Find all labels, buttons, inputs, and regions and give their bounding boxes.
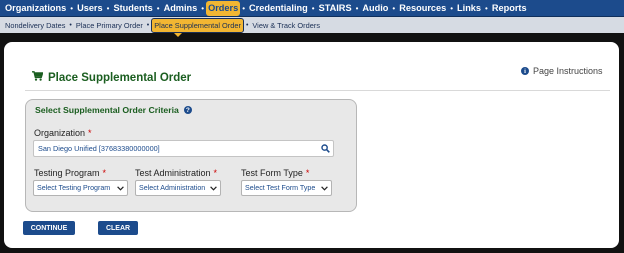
nav-links[interactable]: Links (455, 1, 483, 16)
nav-separator: • (355, 3, 359, 13)
chevron-down-icon (116, 184, 124, 192)
test-form-type-select[interactable]: Select Test Form Type (241, 180, 332, 196)
page-title-text: Place Supplemental Order (48, 71, 192, 84)
testing-program-value: Select Testing Program (37, 184, 111, 192)
top-nav: Organizations • Users • Students • Admin… (0, 0, 624, 17)
nav-orders[interactable]: Orders (206, 0, 241, 16)
test-administration-label-text: Test Administration (135, 168, 211, 178)
nav-users[interactable]: Users (75, 1, 105, 16)
chevron-down-icon (320, 184, 328, 192)
search-icon[interactable] (317, 141, 333, 156)
help-icon[interactable]: ? (183, 106, 192, 114)
criteria-title: Select Supplemental Order Criteria ? (35, 105, 192, 115)
organization-label-text: Organization (34, 128, 86, 138)
test-form-type-label-text: Test Form Type (241, 168, 303, 178)
required-marker: * (102, 168, 107, 178)
clear-button[interactable]: CLEAR (98, 221, 138, 235)
nav-separator: • (106, 3, 110, 13)
test-form-type-label: Test Form Type * (241, 168, 309, 178)
required-marker: * (88, 128, 92, 138)
nav-separator: • (450, 3, 454, 13)
test-form-type-value: Select Test Form Type (245, 184, 316, 192)
organization-search-input[interactable]: San Diego Unified [37683380000000] (33, 140, 334, 157)
main-card: Place Supplemental Order i Page Instruct… (4, 42, 619, 248)
organization-value: San Diego Unified [37683380000000] (38, 144, 160, 153)
page-title: Place Supplemental Order (32, 71, 191, 84)
nav-admins[interactable]: Admins (162, 1, 200, 16)
nav-reports[interactable]: Reports (490, 1, 529, 16)
nav-resources[interactable]: Resources (397, 1, 448, 16)
nav-audio[interactable]: Audio (360, 1, 390, 16)
continue-button[interactable]: CONTINUE (23, 221, 75, 235)
subnav-place-supplemental-order[interactable]: Place Supplemental Order (151, 17, 244, 33)
divider (25, 90, 610, 91)
test-administration-label: Test Administration * (135, 168, 217, 178)
page-instructions-label: Page Instructions (533, 66, 603, 76)
nav-credentialing[interactable]: Credentialing (247, 1, 310, 16)
nav-separator: • (242, 3, 246, 13)
nav-students[interactable]: Students (111, 1, 154, 16)
nav-separator: • (156, 3, 160, 13)
sub-nav: Nondelivery Dates • Place Primary Order … (0, 17, 624, 33)
testing-program-select[interactable]: Select Testing Program (33, 180, 128, 196)
info-icon: i (521, 67, 529, 75)
nav-organizations[interactable]: Organizations (3, 1, 68, 16)
test-administration-select[interactable]: Select Administration (135, 180, 221, 196)
test-administration-value: Select Administration (139, 184, 206, 192)
page-instructions-link[interactable]: i Page Instructions (521, 66, 603, 76)
active-tab-caret (174, 33, 182, 37)
nav-separator: • (70, 3, 74, 13)
testing-program-label: Testing Program * (34, 168, 106, 178)
nav-stairs[interactable]: STAIRS (317, 1, 354, 16)
subnav-place-primary-order[interactable]: Place Primary Order (74, 19, 145, 32)
nav-separator: • (392, 3, 396, 13)
criteria-title-text: Select Supplemental Order Criteria (35, 105, 179, 115)
testing-program-label-text: Testing Program (34, 168, 100, 178)
nav-separator: • (485, 3, 488, 13)
organization-label: Organization * (34, 128, 92, 138)
shopping-cart-icon (32, 71, 44, 84)
chevron-down-icon (209, 184, 217, 192)
nav-separator: • (201, 3, 205, 13)
required-marker: * (213, 168, 218, 178)
criteria-panel: Select Supplemental Order Criteria ? Org… (25, 99, 357, 212)
nav-separator: • (311, 3, 315, 13)
required-marker: * (305, 168, 310, 178)
subnav-nondelivery-dates[interactable]: Nondelivery Dates (3, 19, 67, 32)
subnav-view-track-orders[interactable]: View & Track Orders (250, 19, 322, 32)
